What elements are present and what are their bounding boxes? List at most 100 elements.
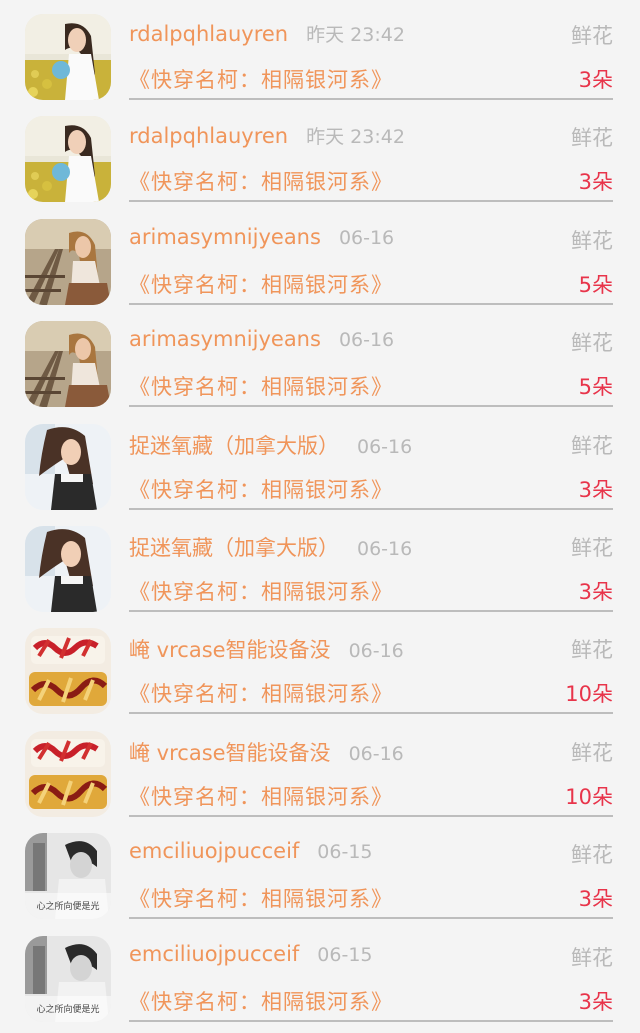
username[interactable]: emciliuojpucceif 06-15	[129, 942, 373, 966]
girl-hair-avatar-icon	[25, 525, 111, 612]
gift-record-row[interactable]: arimasymnijyeans 06-16 鲜花 《快穿名柯：相隔银河系》 5…	[0, 205, 640, 307]
gift-record-row[interactable]: rdalpqhlauyren 昨天 23:42 鲜花 《快穿名柯：相隔银河系》 …	[0, 102, 640, 204]
gift-time: 06-16	[357, 537, 413, 560]
gift-count: 10朵	[565, 682, 613, 707]
book-title-link[interactable]: 《快穿名柯：相隔银河系》	[129, 269, 393, 299]
gift-record-row[interactable]: arimasymnijyeans 06-16 鲜花 《快穿名柯：相隔银河系》 5…	[0, 307, 640, 409]
username[interactable]: emciliuojpucceif 06-15	[129, 839, 373, 863]
gift-type: 鲜花	[571, 24, 613, 48]
user-avatar[interactable]	[25, 423, 111, 510]
gift-count: 3朵	[578, 579, 613, 604]
gift-record-row[interactable]: 捉迷氧藏（加拿大版） 06-16 鲜花 《快穿名柯：相隔银河系》 3朵	[0, 410, 640, 512]
user-avatar[interactable]	[25, 218, 111, 305]
book-title-link[interactable]: 《快穿名柯：相隔银河系》	[129, 678, 393, 708]
username-text: 崦 vrcase智能设备没	[129, 638, 331, 663]
gift-record-row[interactable]: 捉迷氧藏（加拿大版） 06-16 鲜花 《快穿名柯：相隔银河系》 3朵	[0, 512, 640, 614]
girl-railway-avatar-icon	[25, 321, 111, 408]
row-divider	[129, 712, 613, 715]
gift-time: 06-16	[348, 742, 404, 765]
gift-record-row[interactable]: 心之所向便是光 emciliuojpucceif 06-15 鲜花 《快穿名柯：…	[0, 922, 640, 1024]
row-divider	[129, 507, 613, 510]
gift-count: 3朵	[578, 68, 613, 92]
bw-boy-avatar-icon: 心之所向便是光	[25, 833, 111, 920]
book-title-link[interactable]: 《快穿名柯：相隔银河系》	[129, 986, 393, 1016]
user-avatar[interactable]	[25, 116, 111, 203]
gift-time: 昨天 23:42	[306, 24, 405, 46]
username-text: arimasymnijyeans	[129, 327, 321, 352]
row-divider	[129, 814, 613, 817]
username[interactable]: rdalpqhlauyren 昨天 23:42	[129, 122, 405, 149]
book-title-link[interactable]: 《快穿名柯：相隔银河系》	[129, 166, 393, 196]
book-title-link[interactable]: 《快穿名柯：相隔银河系》	[129, 64, 393, 94]
book-title-link[interactable]: 《快穿名柯：相隔银河系》	[129, 371, 393, 401]
username[interactable]: rdalpqhlauyren 昨天 23:42	[129, 20, 405, 47]
gift-type: 鲜花	[571, 126, 613, 151]
gift-type: 鲜花	[571, 740, 613, 765]
gift-record-list: rdalpqhlauyren 昨天 23:42 鲜花 《快穿名柯：相隔银河系》 …	[0, 0, 640, 1024]
gift-time: 昨天 23:42	[306, 126, 405, 149]
book-title-link[interactable]: 《快穿名柯：相隔银河系》	[129, 781, 393, 811]
book-title-link[interactable]: 《快穿名柯：相隔银河系》	[129, 474, 393, 504]
gift-record-row[interactable]: 崦 vrcase智能设备没 06-16 鲜花 《快穿名柯：相隔银河系》 10朵	[0, 717, 640, 819]
gift-count: 3朵	[578, 887, 613, 912]
gift-type: 鲜花	[571, 843, 613, 868]
gift-type: 鲜花	[571, 331, 613, 356]
username-text: rdalpqhlauyren	[129, 22, 289, 46]
username[interactable]: 崦 vrcase智能设备没 06-16	[129, 737, 404, 767]
gift-count: 5朵	[578, 375, 613, 400]
svg-text:心之所向便是光: 心之所向便是光	[36, 900, 99, 912]
user-avatar[interactable]: 心之所向便是光	[25, 833, 111, 920]
row-divider	[129, 1019, 613, 1022]
username[interactable]: 捉迷氧藏（加拿大版） 06-16	[129, 430, 412, 460]
username[interactable]: arimasymnijyeans 06-16	[129, 327, 394, 351]
gift-count: 5朵	[578, 272, 613, 297]
gift-type: 鲜花	[571, 535, 613, 560]
user-avatar[interactable]	[25, 730, 111, 817]
girl-field-avatar-icon	[25, 116, 111, 203]
row-divider	[129, 200, 613, 203]
book-title-link[interactable]: 《快穿名柯：相隔银河系》	[129, 883, 393, 913]
user-avatar[interactable]	[25, 628, 111, 715]
username-text: 捉迷氧藏（加拿大版）	[129, 535, 339, 560]
row-divider	[129, 917, 613, 920]
user-avatar[interactable]	[25, 14, 111, 100]
username-text: rdalpqhlauyren	[129, 124, 289, 149]
username-text: emciliuojpucceif	[129, 941, 300, 966]
username-text: emciliuojpucceif	[129, 839, 300, 864]
gift-type: 鲜花	[571, 228, 613, 253]
gift-count: 3朵	[578, 170, 613, 195]
new-year-logo-avatar-icon	[25, 730, 111, 817]
username[interactable]: 捉迷氧藏（加拿大版） 06-16	[129, 532, 412, 562]
username[interactable]: arimasymnijyeans 06-16	[129, 225, 394, 249]
book-title-link[interactable]: 《快穿名柯：相隔银河系》	[129, 576, 393, 606]
gift-count: 3朵	[578, 989, 613, 1014]
gift-record-row[interactable]: rdalpqhlauyren 昨天 23:42 鲜花 《快穿名柯：相隔银河系》 …	[0, 0, 640, 102]
username-text: arimasymnijyeans	[129, 224, 321, 249]
row-divider	[129, 405, 613, 408]
row-divider	[129, 98, 613, 100]
gift-type: 鲜花	[571, 433, 613, 458]
gift-time: 06-15	[317, 841, 373, 864]
girl-hair-avatar-icon	[25, 423, 111, 510]
gift-time: 06-15	[317, 943, 373, 966]
username-text: 捉迷氧藏（加拿大版）	[129, 433, 339, 458]
gift-record-row[interactable]: 崦 vrcase智能设备没 06-16 鲜花 《快穿名柯：相隔银河系》 10朵	[0, 614, 640, 716]
user-avatar[interactable]	[25, 321, 111, 408]
gift-time: 06-16	[338, 226, 395, 249]
row-divider	[129, 609, 613, 612]
gift-count: 10朵	[565, 784, 613, 809]
girl-field-avatar-icon	[25, 14, 111, 100]
user-avatar[interactable]	[25, 525, 111, 612]
username-text: 崦 vrcase智能设备没	[129, 740, 331, 765]
gift-record-row[interactable]: 心之所向便是光 emciliuojpucceif 06-15 鲜花 《快穿名柯：…	[0, 819, 640, 921]
gift-count: 3朵	[578, 477, 613, 502]
gift-type: 鲜花	[571, 638, 613, 663]
bw-boy-avatar-icon: 心之所向便是光	[25, 935, 111, 1022]
svg-text:心之所向便是光: 心之所向便是光	[36, 1003, 99, 1015]
new-year-logo-avatar-icon	[25, 628, 111, 715]
gift-type: 鲜花	[571, 945, 613, 970]
user-avatar[interactable]: 心之所向便是光	[25, 935, 111, 1022]
girl-railway-avatar-icon	[25, 218, 111, 305]
username[interactable]: 崦 vrcase智能设备没 06-16	[129, 634, 404, 664]
row-divider	[129, 302, 613, 305]
